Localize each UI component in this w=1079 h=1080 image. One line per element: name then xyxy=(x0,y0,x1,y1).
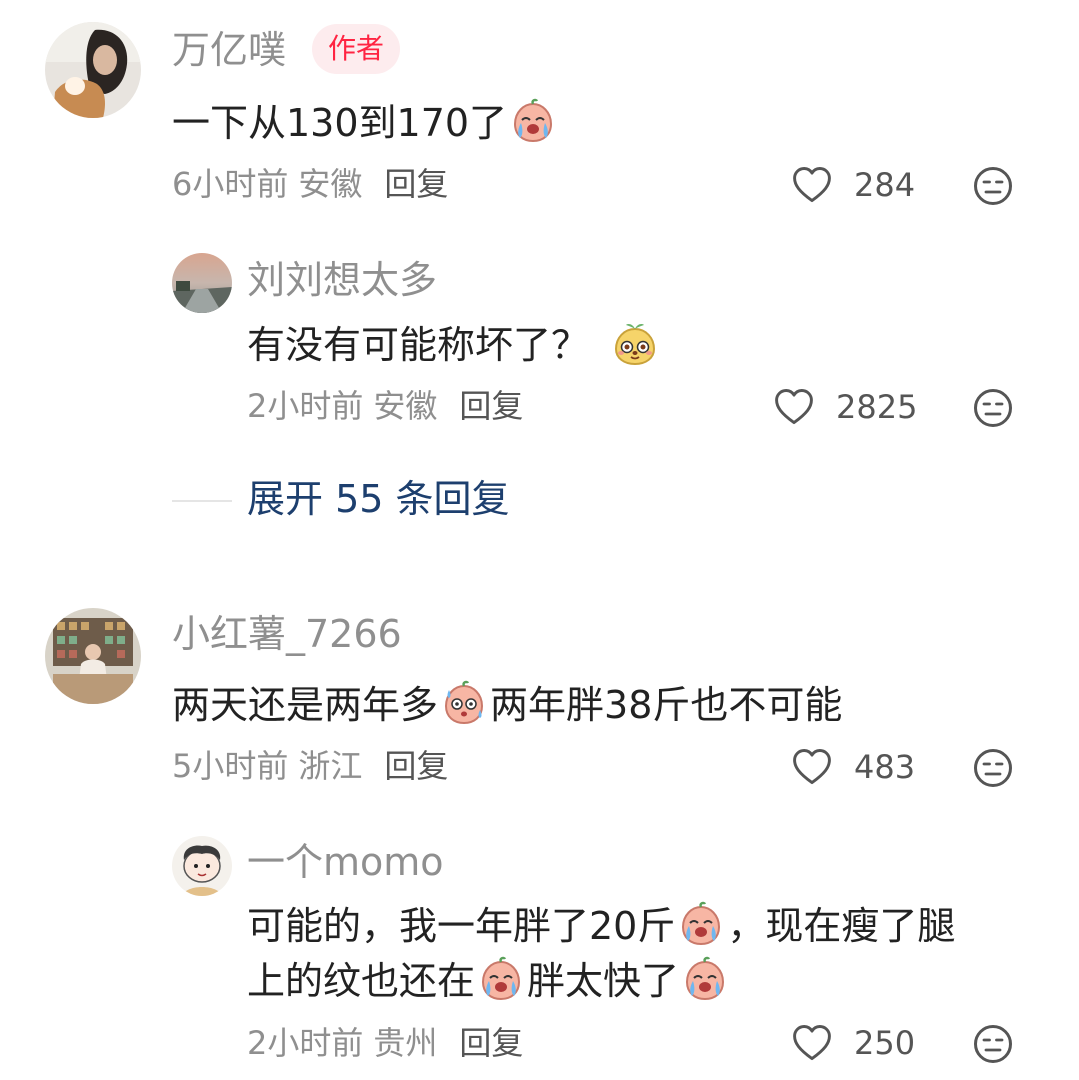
reply-username[interactable]: 刘刘想太多 xyxy=(247,261,437,299)
reply-location: 安徽 xyxy=(373,387,438,425)
reply-meta: 2小时前 贵州 回复 xyxy=(247,1027,533,1059)
crying-peach-emoji xyxy=(677,901,725,949)
avatar[interactable] xyxy=(172,836,232,896)
crying-peach-emoji xyxy=(477,956,525,1004)
heart-outline-icon xyxy=(790,745,834,789)
avatar[interactable] xyxy=(45,22,141,118)
divider xyxy=(172,500,232,502)
reply-button[interactable]: 回复 xyxy=(384,747,448,785)
reply-button[interactable]: 回复 xyxy=(384,165,448,203)
reply-meta: 2小时前 安徽 回复 xyxy=(247,390,533,422)
expand-replies-link[interactable]: 展开 55 条回复 xyxy=(247,480,510,518)
reply-text: 可能的，我一年胖了20斤 ，现在瘦了腿 xyxy=(247,907,955,949)
heart-outline-icon xyxy=(772,385,816,429)
like-button[interactable]: 2825 xyxy=(772,385,917,429)
avatar[interactable] xyxy=(172,253,232,313)
comment-location: 安徽 xyxy=(298,165,363,203)
comment-text: 两天还是两年多 两年胖38斤也不可能 xyxy=(172,686,842,728)
cute-sprout-emoji xyxy=(611,320,659,368)
reply-text: 有没有可能称坏了？ xyxy=(247,326,661,368)
heart-outline-icon xyxy=(790,1021,834,1065)
meh-face-icon[interactable] xyxy=(973,1024,1013,1064)
heart-outline-icon xyxy=(790,163,834,207)
comment-username[interactable]: 小红薯_7266 xyxy=(172,615,402,653)
comment-meta: 6小时前 安徽 回复 xyxy=(172,168,458,200)
crying-peach-emoji xyxy=(681,956,729,1004)
like-count: 250 xyxy=(854,1024,916,1062)
like-count: 284 xyxy=(854,166,916,204)
avatar[interactable] xyxy=(45,608,141,704)
reply-location: 贵州 xyxy=(373,1024,438,1062)
reply-button[interactable]: 回复 xyxy=(459,387,523,425)
shocked-peach-emoji xyxy=(440,680,488,728)
meh-face-icon[interactable] xyxy=(973,166,1013,206)
reply-text-line2: 上的纹也还在 胖太快了 xyxy=(247,962,731,1004)
comment-time: 5小时前 xyxy=(172,747,289,785)
meh-face-icon[interactable] xyxy=(973,388,1013,428)
comment-username[interactable]: 万亿噗 xyxy=(172,31,286,69)
comment-time: 6小时前 xyxy=(172,165,289,203)
like-button[interactable]: 250 xyxy=(790,1021,915,1065)
crying-peach-emoji xyxy=(509,98,557,146)
reply-button[interactable]: 回复 xyxy=(459,1024,523,1062)
meh-face-icon[interactable] xyxy=(973,748,1013,788)
like-count: 2825 xyxy=(836,388,918,426)
reply-time: 2小时前 xyxy=(247,1024,364,1062)
comment-meta: 5小时前 浙江 回复 xyxy=(172,750,458,782)
reply-time: 2小时前 xyxy=(247,387,364,425)
like-button[interactable]: 284 xyxy=(790,163,915,207)
reply-username[interactable]: 一个momo xyxy=(247,843,444,881)
comment-location: 浙江 xyxy=(298,747,363,785)
comment-text: 一下从130到170了 xyxy=(172,104,559,146)
like-button[interactable]: 483 xyxy=(790,745,915,789)
like-count: 483 xyxy=(854,748,916,786)
author-badge: 作者 xyxy=(312,24,401,74)
